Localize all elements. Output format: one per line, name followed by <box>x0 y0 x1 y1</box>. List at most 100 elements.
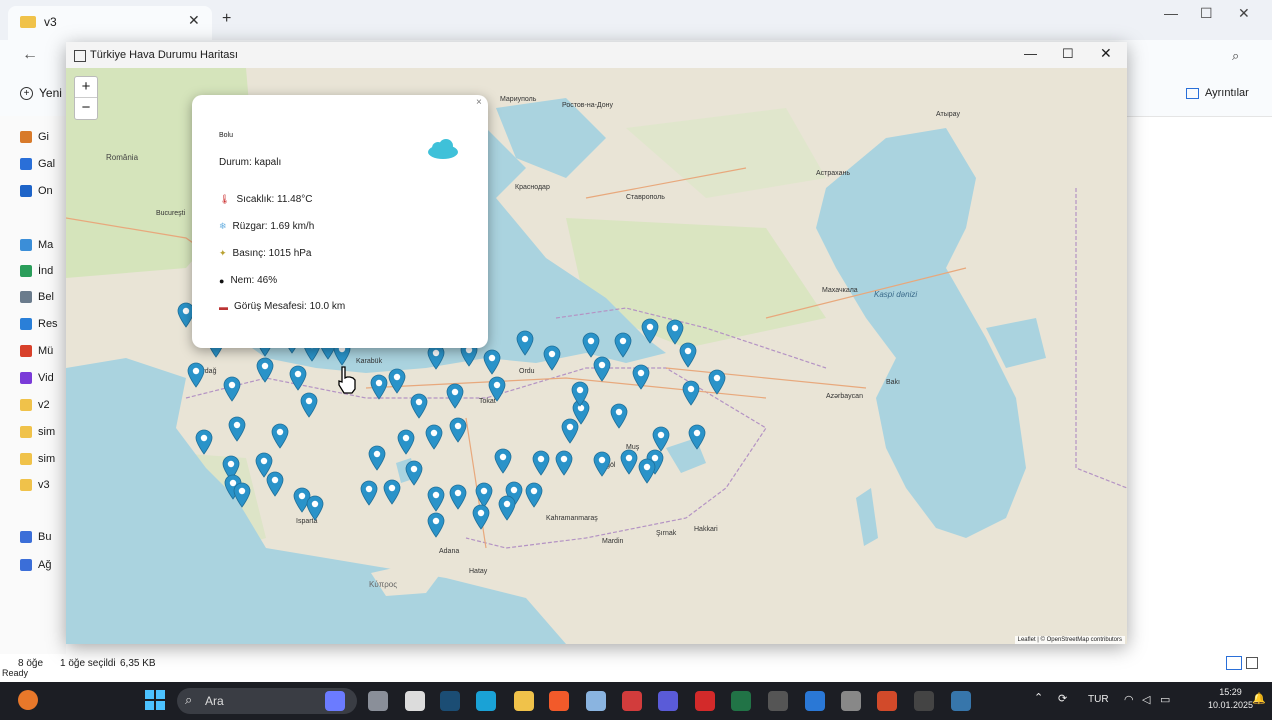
vscode-icon[interactable] <box>805 691 825 711</box>
start-button[interactable] <box>145 690 165 710</box>
map-marker-icon[interactable] <box>708 369 726 395</box>
map-marker-icon[interactable] <box>688 424 706 450</box>
sidebar-item[interactable]: Res <box>20 313 58 335</box>
map-marker-icon[interactable] <box>516 330 534 356</box>
map-marker-icon[interactable] <box>483 349 501 375</box>
map-marker-icon[interactable] <box>555 450 573 476</box>
map-marker-icon[interactable] <box>300 392 318 418</box>
wifi-icon[interactable]: ◠ <box>1124 693 1134 706</box>
map-marker-icon[interactable] <box>488 376 506 402</box>
map-marker-icon[interactable] <box>449 417 467 443</box>
map-marker-icon[interactable] <box>368 445 386 471</box>
sync-icon[interactable]: ⟳ <box>1058 692 1067 705</box>
explorer-tab[interactable]: v3 ✕ <box>8 6 212 40</box>
language-indicator[interactable]: TUR <box>1088 694 1109 705</box>
map-marker-icon[interactable] <box>532 450 550 476</box>
details-view-icon[interactable] <box>1226 656 1242 670</box>
zoom-in-button[interactable]: + <box>75 77 97 98</box>
map-marker-icon[interactable] <box>195 429 213 455</box>
terminal-icon[interactable] <box>877 691 897 711</box>
chevron-up-icon[interactable]: ⌃ <box>1034 691 1043 704</box>
python-icon[interactable] <box>951 691 971 711</box>
battery-icon[interactable]: ▭ <box>1160 693 1170 706</box>
map-marker-icon[interactable] <box>571 381 589 407</box>
zoom-out-button[interactable]: − <box>75 98 97 118</box>
search-icon[interactable]: ⌕ <box>1232 48 1239 64</box>
map-marker-icon[interactable] <box>410 393 428 419</box>
sidebar-item[interactable]: v3 <box>20 474 50 496</box>
tiles-view-icon[interactable] <box>1246 657 1258 669</box>
opera-icon[interactable] <box>695 691 715 711</box>
sidebar-item[interactable]: Bu <box>20 526 51 548</box>
notification-icon[interactable]: 🔔 <box>1252 692 1266 705</box>
map-marker-icon[interactable] <box>679 342 697 368</box>
map-marker-icon[interactable] <box>543 345 561 371</box>
map-marker-icon[interactable] <box>187 362 205 388</box>
new-button[interactable]: + Yeni <box>20 86 62 100</box>
keyboard-icon[interactable] <box>841 691 861 711</box>
sidebar-item[interactable]: İnd <box>20 260 53 282</box>
map-marker-icon[interactable] <box>593 356 611 382</box>
notepad-icon[interactable] <box>586 691 606 711</box>
map-marker-icon[interactable] <box>397 429 415 455</box>
map-marker-icon[interactable] <box>306 495 324 521</box>
map-marker-icon[interactable] <box>388 368 406 394</box>
sidebar-item[interactable]: Ma <box>20 234 53 256</box>
sidebar-item[interactable]: Gi <box>20 126 49 148</box>
sidebar-item[interactable]: v2 <box>20 394 50 416</box>
profile-icon[interactable] <box>18 690 38 710</box>
steam-icon[interactable] <box>440 691 460 711</box>
sidebar-item[interactable]: sim <box>20 448 55 470</box>
map-marker-icon[interactable] <box>370 374 388 400</box>
map-marker-icon[interactable] <box>427 512 445 538</box>
map-marker-icon[interactable] <box>498 495 516 521</box>
map-marker-icon[interactable] <box>593 451 611 477</box>
sidebar-item[interactable]: Vid <box>20 367 54 389</box>
back-icon[interactable]: ← <box>22 46 38 64</box>
map-marker-icon[interactable] <box>360 480 378 506</box>
app-icon[interactable] <box>768 691 788 711</box>
map-marker-icon[interactable] <box>449 484 467 510</box>
sidebar-item[interactable]: sim <box>20 421 55 443</box>
map-attribution[interactable]: Leaflet | © OpenStreetMap contributors <box>1014 636 1125 644</box>
edge-icon[interactable] <box>476 691 496 711</box>
console-icon[interactable] <box>914 691 934 711</box>
map-marker-icon[interactable] <box>638 458 656 484</box>
map-marker-icon[interactable] <box>614 332 632 358</box>
map-marker-icon[interactable] <box>405 460 423 486</box>
sidebar-item[interactable]: Ağ <box>20 554 51 576</box>
map-close-button[interactable]: ✕ <box>1100 45 1112 62</box>
folder-icon[interactable] <box>514 691 534 711</box>
map-view[interactable]: Tekirdağ Ordu Tokat Bingöl Muş Mardin Şı… <box>66 68 1127 644</box>
popup-close-button[interactable]: × <box>476 97 482 108</box>
map-marker-icon[interactable] <box>228 416 246 442</box>
map-marker-icon[interactable] <box>289 365 307 391</box>
map-marker-icon[interactable] <box>427 486 445 512</box>
sidebar-item[interactable]: Bel <box>20 286 54 308</box>
map-marker-icon[interactable] <box>525 482 543 508</box>
close-button[interactable]: ✕ <box>1238 5 1250 22</box>
map-marker-icon[interactable] <box>256 357 274 383</box>
calendar-icon[interactable] <box>622 691 642 711</box>
map-marker-icon[interactable] <box>233 482 251 508</box>
map-marker-icon[interactable] <box>620 449 638 475</box>
copilot-icon[interactable] <box>325 691 345 711</box>
map-marker-icon[interactable] <box>682 380 700 406</box>
task-view-icon[interactable] <box>368 691 388 711</box>
map-marker-icon[interactable] <box>271 423 289 449</box>
map-marker-icon[interactable] <box>425 424 443 450</box>
teams-icon[interactable] <box>658 691 678 711</box>
map-marker-icon[interactable] <box>446 383 464 409</box>
details-button[interactable]: Ayrıntılar <box>1186 87 1249 99</box>
minimize-button[interactable]: — <box>1164 5 1178 21</box>
sidebar-item[interactable]: On <box>20 180 53 202</box>
map-marker-icon[interactable] <box>632 364 650 390</box>
map-marker-icon[interactable] <box>383 479 401 505</box>
volume-icon[interactable]: ◁ <box>1142 693 1150 706</box>
sidebar-item[interactable]: Gal <box>20 153 55 175</box>
map-marker-icon[interactable] <box>582 332 600 358</box>
map-marker-icon[interactable] <box>223 376 241 402</box>
maximize-button[interactable]: ☐ <box>1200 5 1213 22</box>
map-marker-icon[interactable] <box>641 318 659 344</box>
map-marker-icon[interactable] <box>610 403 628 429</box>
